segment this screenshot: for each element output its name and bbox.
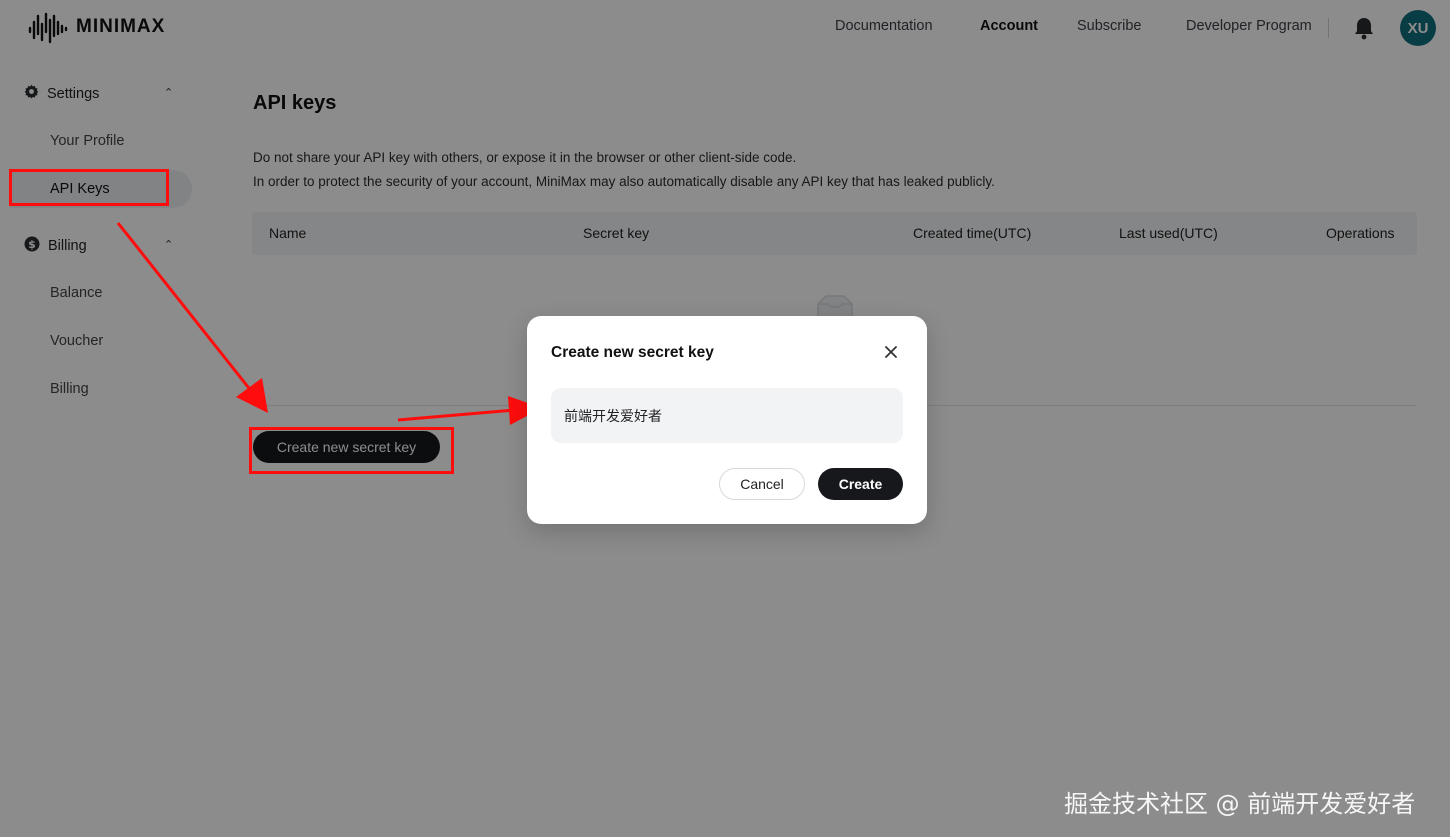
close-icon[interactable] (883, 344, 899, 360)
dialog-title: Create new secret key (551, 344, 714, 361)
create-button[interactable]: Create (818, 468, 903, 500)
key-name-input[interactable] (551, 388, 903, 443)
annotation-arrow-right (397, 396, 542, 425)
watermark: 掘金技术社区 @ 前端开发爱好者 (1064, 790, 1416, 818)
create-secret-key-dialog: Create new secret key Cancel Create (527, 316, 927, 524)
cancel-button[interactable]: Cancel (719, 468, 805, 500)
annotation-arrow-down (116, 222, 268, 413)
